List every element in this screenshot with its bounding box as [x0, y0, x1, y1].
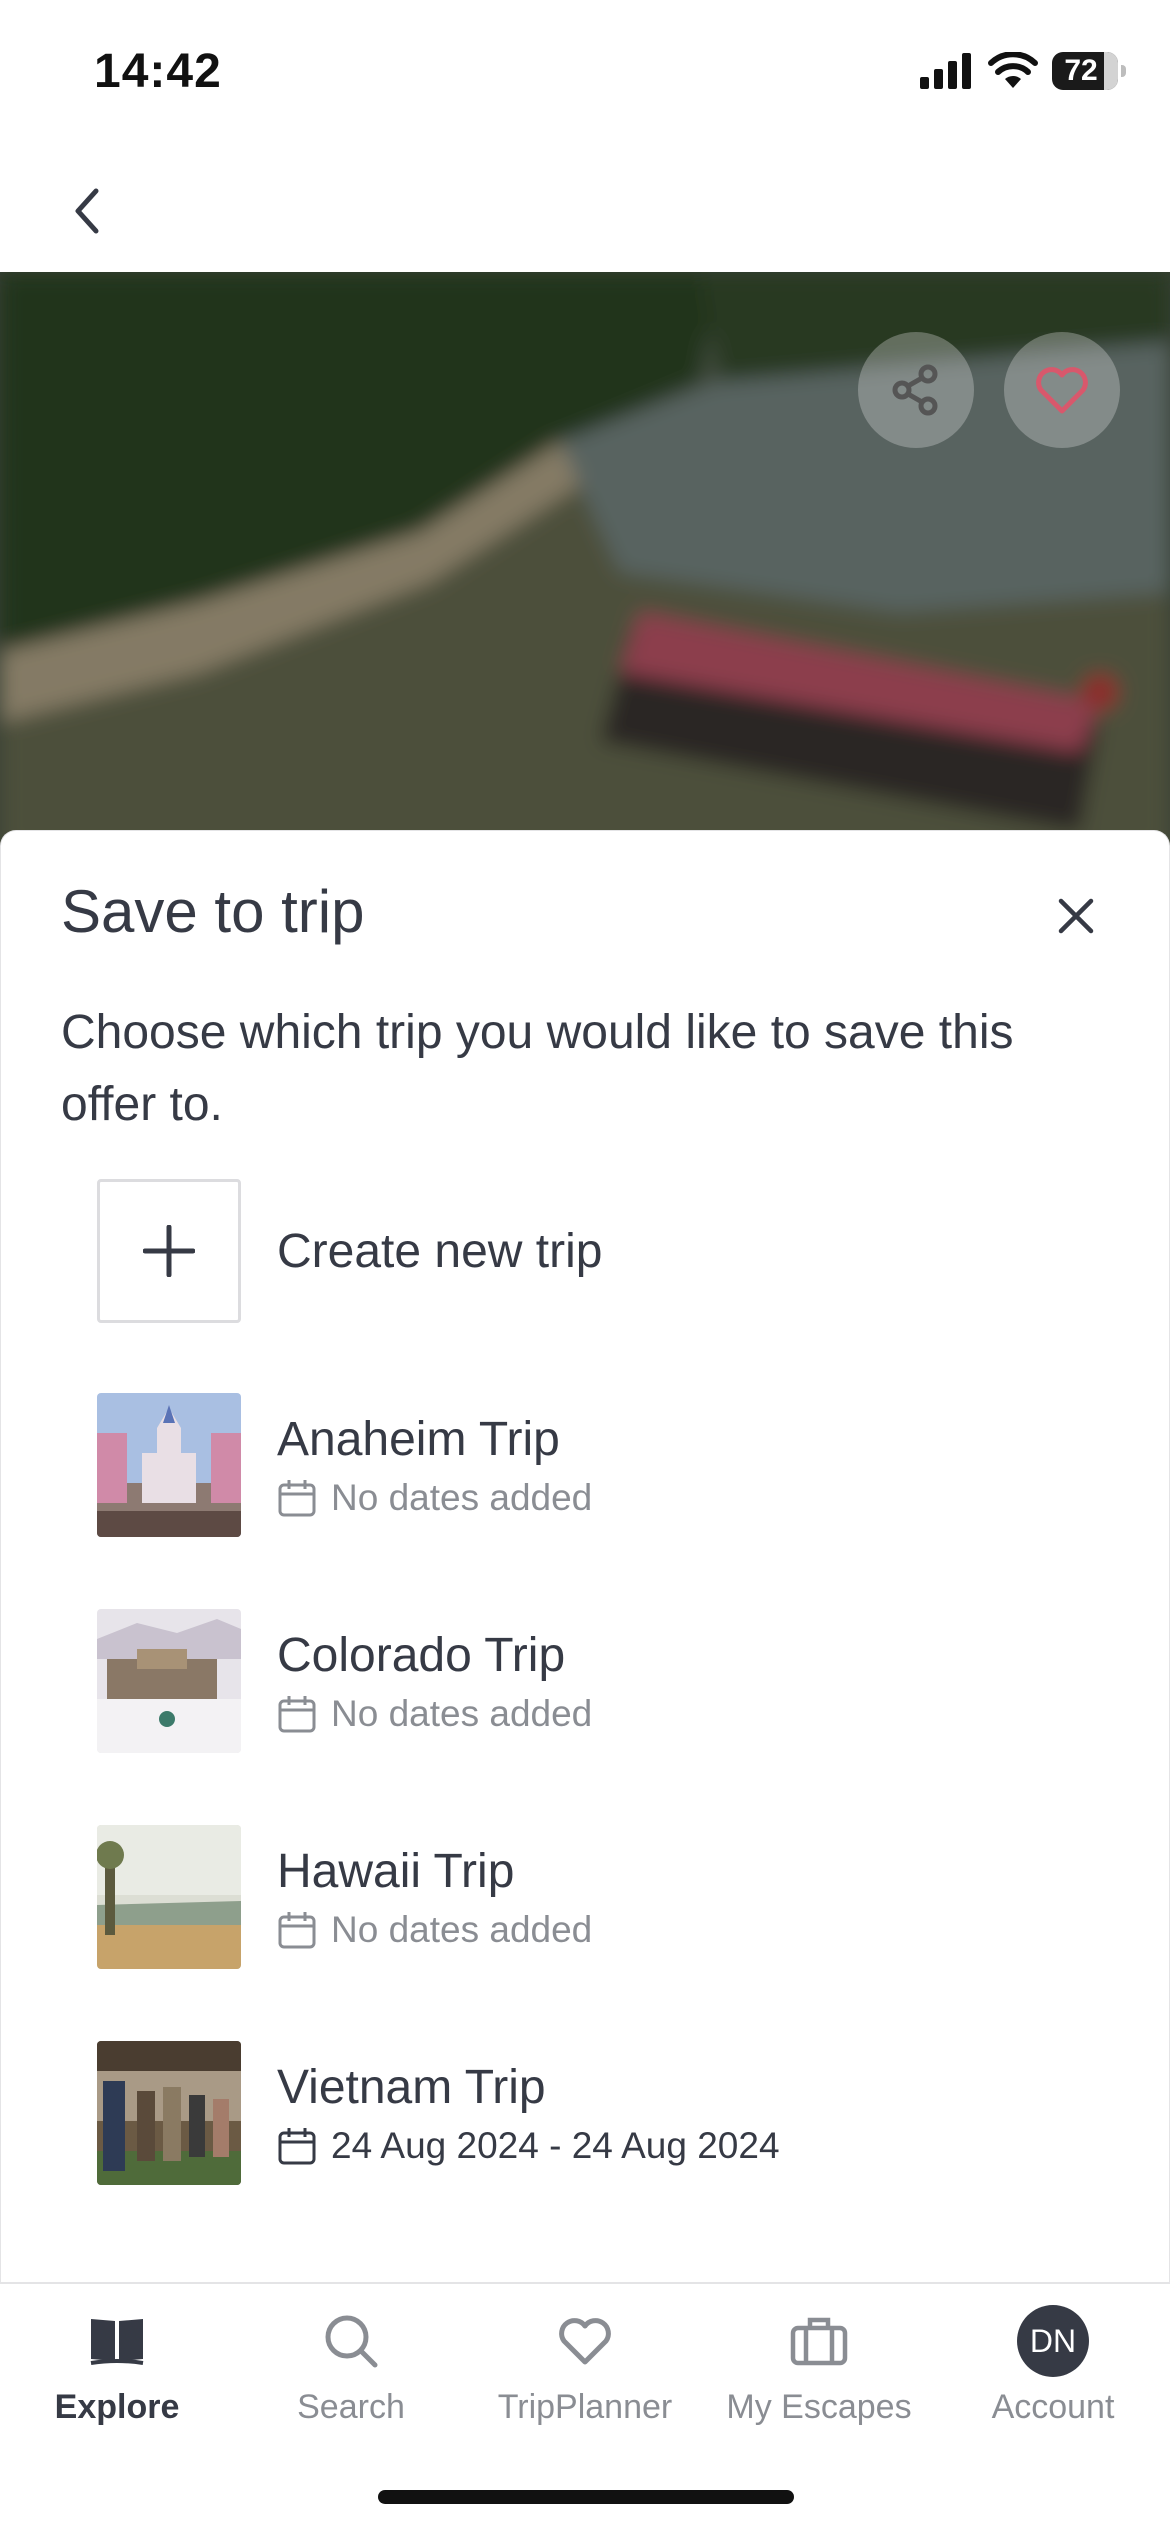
trip-dates: No dates added [331, 1693, 593, 1734]
tab-label: Account [991, 2388, 1115, 2426]
create-new-trip-label: Create new trip [277, 1224, 603, 1278]
trip-item-vietnam[interactable]: Vietnam Trip 24 Aug 2024 - 24 Aug 2024 [97, 2041, 780, 2185]
suitcase-icon [790, 2317, 848, 2366]
trip-thumbnail [97, 1609, 241, 1753]
share-icon [892, 364, 938, 416]
nav-bar [0, 150, 1170, 272]
tab-label: Explore [54, 2388, 180, 2426]
plus-box [97, 1179, 241, 1323]
search-icon [325, 2315, 378, 2368]
sheet-title: Save to trip [61, 878, 365, 945]
calendar-icon [278, 1696, 316, 1733]
heart-icon [559, 2318, 611, 2365]
favorite-button[interactable] [1004, 332, 1120, 448]
back-button[interactable] [52, 176, 122, 246]
share-button[interactable] [858, 332, 974, 448]
close-button[interactable] [1041, 881, 1111, 951]
status-bar: 14:42 72 [0, 0, 1170, 150]
tab-account[interactable]: DN Account [936, 2284, 1170, 2444]
tab-search[interactable]: Search [234, 2284, 468, 2444]
trip-name: Hawaii Trip [277, 1845, 515, 1898]
sheet-description: Choose which trip you would like to save… [61, 1006, 1014, 1131]
status-time: 14:42 [94, 45, 222, 98]
signal-icon [920, 53, 971, 89]
trip-thumbnail [97, 1393, 241, 1537]
trip-item-colorado[interactable]: Colorado Trip No dates added [97, 1609, 592, 1753]
heart-icon [1036, 367, 1088, 414]
calendar-icon [278, 1480, 316, 1517]
trip-dates: 24 Aug 2024 - 24 Aug 2024 [331, 2125, 780, 2166]
trip-dates: No dates added [331, 1909, 593, 1950]
create-new-trip-button[interactable]: Create new trip [97, 1179, 602, 1323]
save-to-trip-sheet: Save to trip Choose which trip you would… [0, 830, 1170, 2282]
trip-name: Vietnam Trip [277, 2061, 546, 2114]
calendar-icon [278, 1912, 316, 1949]
trip-name: Colorado Trip [277, 1629, 566, 1682]
status-icons: 72 [920, 52, 1126, 90]
tab-label: TripPlanner [497, 2388, 673, 2426]
tab-tripplanner[interactable]: TripPlanner [468, 2284, 702, 2444]
tab-explore[interactable]: Explore [0, 2284, 234, 2444]
battery-indicator: 72 [1052, 52, 1126, 90]
hero-image [0, 272, 1170, 852]
plus-icon [143, 1225, 195, 1277]
trip-thumbnail [97, 2041, 241, 2185]
avatar: DN [1017, 2305, 1089, 2377]
calendar-icon [278, 2128, 316, 2165]
close-icon [1058, 898, 1094, 934]
tab-label: Search [297, 2388, 405, 2426]
chevron-left-icon [75, 188, 99, 234]
trip-item-anaheim[interactable]: Anaheim Trip No dates added [97, 1393, 592, 1537]
tab-label: My Escapes [726, 2388, 912, 2426]
trip-name: Anaheim Trip [277, 1413, 560, 1466]
trip-item-hawaii[interactable]: Hawaii Trip No dates added [97, 1825, 592, 1969]
battery-level: 72 [1064, 54, 1098, 87]
wifi-icon [988, 52, 1038, 88]
tab-my-escapes[interactable]: My Escapes [702, 2284, 936, 2444]
trip-dates: No dates added [331, 1477, 593, 1518]
book-icon [90, 2319, 144, 2365]
trip-thumbnail [97, 1825, 241, 1969]
home-indicator [378, 2490, 794, 2504]
